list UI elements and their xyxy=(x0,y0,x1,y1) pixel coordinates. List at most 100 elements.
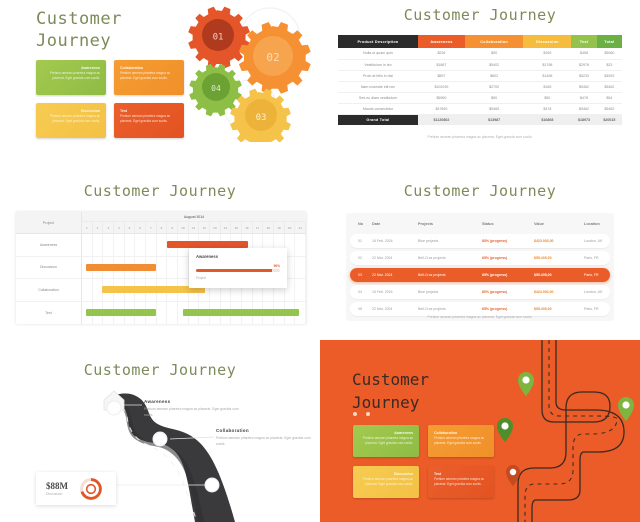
cell-value: $54 xyxy=(596,92,622,104)
column-header-status: Status xyxy=(482,222,494,226)
slide-caption: Pretium aenean pharetra magna ac placera… xyxy=(427,315,533,319)
slide-pricing-table[interactable]: Customer Journey Product Description Awa… xyxy=(320,0,640,170)
gantt-day-tick: 10 xyxy=(178,222,189,233)
table-row[interactable]: 02 22 Mar. 2024 Bell-Croz projects 65% (pro… xyxy=(350,251,610,265)
column-header-value: Value xyxy=(534,222,544,226)
card-body: Pretium aenean pharetra magna ac placera… xyxy=(120,114,171,123)
projects-table: No Date Projects Status Value Location 0… xyxy=(346,213,614,321)
card-discussion[interactable]: Discussion Pretium aenean pharetra magna… xyxy=(36,103,106,138)
gear-03-number: 03 xyxy=(256,113,267,123)
dot-1[interactable] xyxy=(353,412,357,416)
table-row: Nulla ut quam quis $226 $50 $169 $458 $5080 xyxy=(338,48,622,60)
stat-label: Discussion xyxy=(46,492,63,496)
table-footer-row: Grand Total $1120802 $13987 $16808 $1897… xyxy=(338,114,622,125)
card-body: Pretium aenean pharetra magna ac placera… xyxy=(434,436,485,445)
title-line-1: Customer xyxy=(36,9,122,29)
gantt-day-tick: 8 xyxy=(157,222,168,233)
cell-product: Mauris consectetur xyxy=(338,103,418,115)
title-line-1: Customer xyxy=(352,370,430,389)
feature-card-grid: Awareness Pretium aenean pharetra magna … xyxy=(36,60,184,138)
cell-status: 80% (progress) xyxy=(482,239,508,243)
cell-value: $458 xyxy=(571,48,597,60)
gantt-day-tick: 17 xyxy=(253,222,264,233)
cell-product: Nam molestie elit nec xyxy=(338,81,418,93)
page-title: Customer Journey xyxy=(83,182,237,200)
tooltip-percent: 90% xyxy=(273,264,280,268)
table-row[interactable]: 01 16 Feb. 2024 Blue projects 80% (progress… xyxy=(350,234,610,248)
card-awareness[interactable]: Awareness Pretium aenean pharetra magna … xyxy=(36,60,106,95)
milestone-title: Collaboration xyxy=(216,428,249,433)
table-body: Nulla ut quam quis $226 $50 $169 $458 $5080 Ve… xyxy=(338,48,622,115)
gantt-day-tick: 5 xyxy=(125,222,136,233)
card-body: Pretium aenean pharetra magna ac placera… xyxy=(362,477,413,486)
gantt-bar[interactable] xyxy=(182,308,300,316)
cell-value: $5960 xyxy=(418,92,465,104)
card-test[interactable]: Test Pretium aenean pharetra magna ac pl… xyxy=(428,466,494,498)
dot-2[interactable] xyxy=(366,412,370,416)
column-header-product: Product Description xyxy=(338,35,418,48)
column-header-total: Total xyxy=(596,35,622,48)
slide-gears[interactable]: Customer Journey Awareness Pretium aenea… xyxy=(0,0,320,170)
tooltip-progress-bar xyxy=(196,269,280,272)
column-header-date: Date xyxy=(372,222,381,226)
card-collaboration[interactable]: Collaboration Pretium aenean pharetra ma… xyxy=(114,60,184,95)
stat-card-discussion[interactable]: $88M Discussion xyxy=(36,472,116,505)
slide-projects-list[interactable]: Customer Journey No Date Projects Status… xyxy=(320,170,640,345)
column-header-test: Test xyxy=(571,35,597,48)
grand-total-label: Grand Total xyxy=(338,114,418,125)
cell-date: 22 Mar. 2024 xyxy=(372,273,393,277)
cell-date: 16 Feb. 2024 xyxy=(372,290,393,294)
card-discussion[interactable]: Discussion Pretium aenean pharetra magna… xyxy=(353,466,419,498)
gantt-bar[interactable] xyxy=(86,308,156,316)
cell-value: $802 xyxy=(464,70,524,82)
slide-indicator-dots[interactable] xyxy=(353,412,370,416)
table-body: 01 16 Feb. 2024 Blue projects 80% (progress… xyxy=(350,234,610,316)
card-awareness[interactable]: Awareness Pretium aenean pharetra magna … xyxy=(353,425,419,457)
gantt-row-label: Discussion xyxy=(16,256,82,278)
card-test[interactable]: Test Pretium aenean pharetra magna ac pl… xyxy=(114,103,184,138)
gantt-tooltip: Awareness 90% Project xyxy=(189,248,287,288)
cell-value: $1458 xyxy=(523,70,572,82)
table-header-row: No Date Projects Status Value Location xyxy=(350,217,610,231)
gantt-day-tick: 7 xyxy=(146,222,157,233)
cell-value: $423.903,00 xyxy=(534,290,554,294)
column-header-collaboration: Collaboration xyxy=(464,35,524,48)
gantt-day-tick: 3 xyxy=(103,222,115,233)
gantt-bar[interactable] xyxy=(86,263,156,271)
cell-no: 02 xyxy=(358,256,362,260)
cell-status: 65% (progress) xyxy=(482,256,508,260)
gear-01-icon: 01 xyxy=(188,6,250,69)
table-row-selected[interactable]: 03 22 Mar. 2024 Bell-Croz projects 65% (pro… xyxy=(350,268,610,282)
grand-total-discussion: $16808 xyxy=(523,114,572,125)
cell-project: Blue projects xyxy=(418,290,439,294)
column-header-projects: Projects xyxy=(418,222,433,226)
cell-product: Vestibulum in leo xyxy=(338,59,418,71)
slide-road-journey[interactable]: Customer Journey Awareness Pretium aenea… xyxy=(0,345,320,522)
cell-project: Blue projects xyxy=(418,239,439,243)
cell-value: $55.405,00 xyxy=(534,307,552,311)
page-title: Customer Journey xyxy=(403,6,557,24)
gantt-day-tick: 15 xyxy=(231,222,243,233)
cell-value: $5080 xyxy=(596,48,622,60)
column-header-discussion: Discussion xyxy=(523,35,572,48)
slide-gantt-chart[interactable]: Customer Journey Project August 2014 123… xyxy=(0,170,320,345)
tooltip-title: Awareness xyxy=(196,254,219,259)
gantt-bar[interactable] xyxy=(167,241,248,248)
gantt-month-label: August 2014 xyxy=(82,212,306,222)
milestone-body: Pretium aenean pharetra magna ac placera… xyxy=(216,436,311,446)
cell-no: 05 xyxy=(358,307,362,311)
slide-orange-roadmap[interactable]: Customer Journey Awareness Pretium aenea… xyxy=(320,340,640,522)
cell-value: $5462 xyxy=(596,103,622,115)
cell-value: $5462 xyxy=(571,103,597,115)
title-line-2: Journey xyxy=(352,393,420,412)
cell-value: $1798 xyxy=(523,59,572,71)
table-row[interactable]: 05 22 Mar. 2024 Bell-Croz projects 65% (pro… xyxy=(350,302,610,316)
table-row[interactable]: 04 16 Feb. 2024 Blue projects 80% (progress… xyxy=(350,285,610,299)
card-collaboration[interactable]: Collaboration Pretium aenean pharetra ma… xyxy=(428,425,494,457)
cell-status: 65% (progress) xyxy=(482,273,508,277)
page-title: Customer Journey xyxy=(352,368,492,414)
grand-total-collaboration: $13987 xyxy=(464,114,524,125)
cell-product: Sed eu diam vestibulum xyxy=(338,92,418,104)
card-body: Pretium aenean pharetra magna ac placera… xyxy=(362,436,413,445)
cell-value: $226 xyxy=(418,48,465,60)
